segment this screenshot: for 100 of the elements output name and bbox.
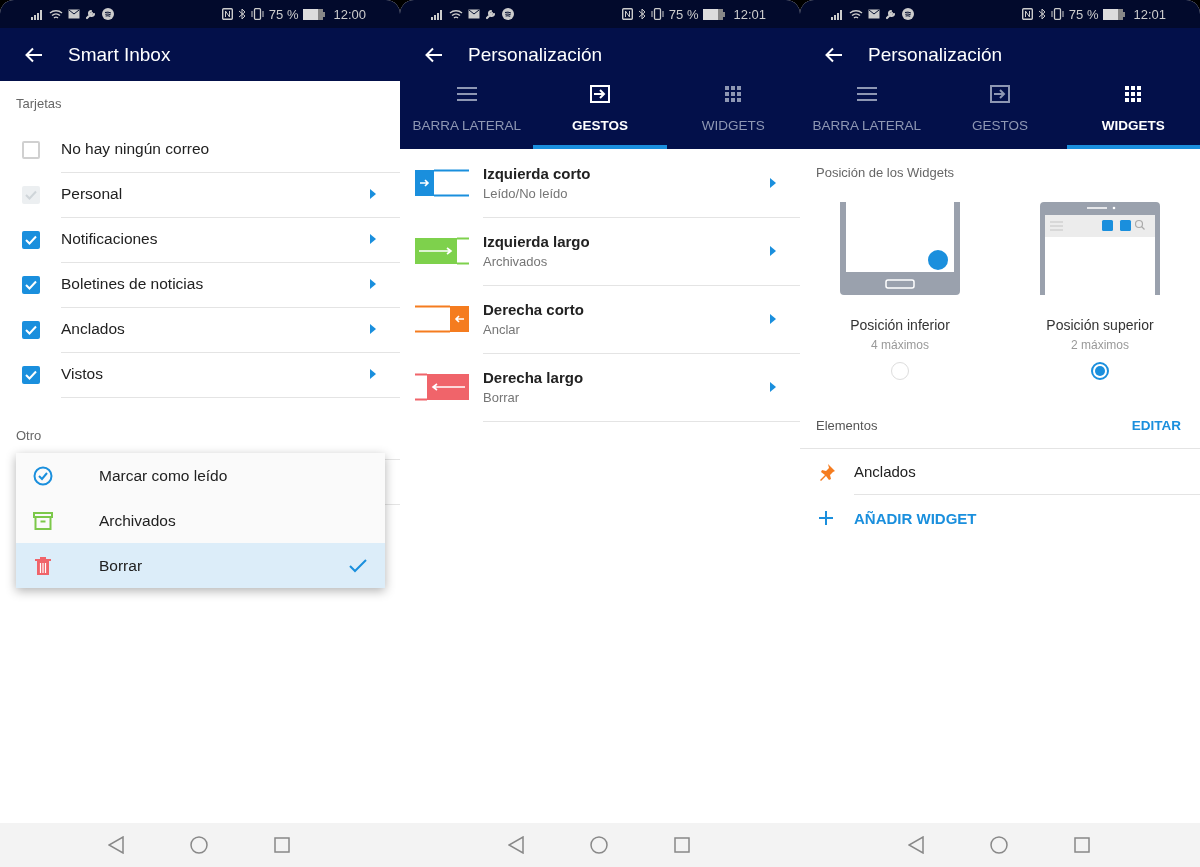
recents-nav-icon[interactable] bbox=[674, 837, 690, 853]
caret-right-icon[interactable] bbox=[370, 279, 376, 289]
screen-title: Personalización bbox=[868, 43, 1003, 66]
checkbox[interactable] bbox=[22, 140, 40, 159]
gesture-action: Leído/No leído bbox=[483, 185, 569, 201]
widget-label: Anclados bbox=[854, 448, 1200, 495]
signal-icon bbox=[431, 8, 444, 20]
checkmark-icon bbox=[25, 324, 37, 335]
section-header: Tarjetas bbox=[15, 95, 63, 113]
card-label: Notificaciones bbox=[61, 230, 159, 248]
battery-percent: 75 % bbox=[668, 6, 699, 22]
signal-icon bbox=[831, 8, 844, 20]
radio-button[interactable] bbox=[1091, 362, 1109, 380]
nfc-icon bbox=[621, 8, 633, 20]
caret-right-icon[interactable] bbox=[370, 234, 376, 244]
vibrate-icon bbox=[250, 8, 264, 20]
bluetooth-icon bbox=[1037, 8, 1046, 20]
gesture-action: Anclar bbox=[483, 321, 521, 337]
gesture-row[interactable]: Izquierda largo Archivados bbox=[400, 217, 800, 285]
vibrate-icon bbox=[1050, 8, 1064, 20]
back-nav-icon[interactable] bbox=[908, 836, 924, 854]
bluetooth-icon bbox=[237, 8, 246, 20]
caret-right-icon[interactable] bbox=[770, 245, 776, 256]
home-nav-icon[interactable] bbox=[590, 836, 608, 854]
gesture-title: Izquierda largo bbox=[483, 232, 591, 250]
caret-right-icon[interactable] bbox=[770, 313, 776, 324]
card-label: No hay ningún correo bbox=[61, 140, 211, 158]
clock-time: 12:01 bbox=[1133, 6, 1166, 22]
plus-icon bbox=[818, 510, 834, 526]
wrench-icon bbox=[885, 8, 897, 20]
checkbox[interactable] bbox=[22, 275, 40, 294]
option-label: Posición inferior bbox=[850, 317, 950, 333]
back-arrow-icon[interactable] bbox=[825, 46, 843, 63]
tab[interactable]: BARRA LATERAL bbox=[400, 81, 534, 149]
card-label: Vistos bbox=[61, 365, 104, 383]
section-header: Posición de los Widgets bbox=[815, 164, 955, 181]
menu-icon[interactable] bbox=[456, 87, 477, 101]
tab[interactable]: WIDGETS bbox=[666, 81, 800, 149]
menu-icon[interactable] bbox=[856, 87, 877, 101]
tab[interactable]: GESTOS bbox=[933, 81, 1067, 149]
gesture-title: Derecha largo bbox=[483, 368, 585, 386]
tab[interactable]: BARRA LATERAL bbox=[800, 81, 934, 149]
caret-right-icon[interactable] bbox=[370, 324, 376, 334]
gesture-title: Izquierda corto bbox=[483, 164, 592, 182]
signal-icon bbox=[31, 8, 44, 20]
section-header: Elementos bbox=[816, 417, 879, 433]
caret-right-icon[interactable] bbox=[370, 369, 376, 379]
card-label: Boletines de noticias bbox=[61, 275, 205, 293]
caret-right-icon[interactable] bbox=[770, 381, 776, 392]
gesture-row[interactable]: Izquierda corto Leído/No leído bbox=[400, 149, 800, 217]
back-arrow-icon[interactable] bbox=[25, 46, 43, 63]
gesture-action: Borrar bbox=[483, 389, 521, 405]
gesture-row[interactable]: Derecha corto Anclar bbox=[400, 285, 800, 353]
screen-title: Personalización bbox=[468, 43, 603, 66]
nfc-icon bbox=[1021, 8, 1033, 20]
recents-nav-icon[interactable] bbox=[274, 837, 290, 853]
round-app-icon bbox=[502, 8, 514, 20]
checkmark-icon bbox=[25, 369, 37, 380]
grid-icon[interactable] bbox=[725, 86, 742, 102]
round-app-icon bbox=[902, 8, 914, 20]
battery-percent: 75 % bbox=[268, 6, 299, 22]
menu-item[interactable]: Borrar bbox=[16, 543, 385, 588]
section-header: Otro bbox=[15, 427, 43, 445]
menu-item[interactable]: Marcar como leído bbox=[16, 453, 385, 498]
round-app-icon bbox=[102, 8, 114, 20]
battery-icon bbox=[703, 8, 726, 20]
menu-item[interactable]: Archivados bbox=[16, 498, 385, 543]
battery-icon bbox=[303, 8, 326, 20]
checkmark-icon bbox=[349, 558, 367, 573]
option-label: Posición superior bbox=[1046, 317, 1154, 333]
clock-time: 12:01 bbox=[733, 6, 766, 22]
checkbox[interactable] bbox=[22, 230, 40, 249]
wifi-icon bbox=[849, 8, 863, 20]
back-nav-icon[interactable] bbox=[108, 836, 124, 854]
battery-icon bbox=[1103, 8, 1126, 20]
checkbox[interactable] bbox=[22, 365, 40, 384]
grid-icon[interactable] bbox=[1125, 86, 1142, 102]
back-arrow-icon[interactable] bbox=[425, 46, 443, 63]
option-limit: 4 máximos bbox=[871, 338, 929, 352]
home-nav-icon[interactable] bbox=[990, 836, 1008, 854]
back-nav-icon[interactable] bbox=[508, 836, 524, 854]
home-nav-icon[interactable] bbox=[190, 836, 208, 854]
wifi-icon bbox=[49, 8, 63, 20]
card-label: Personal bbox=[61, 185, 124, 203]
tab[interactable]: WIDGETS bbox=[1066, 81, 1200, 149]
tab[interactable]: GESTOS bbox=[533, 81, 667, 149]
gesture-row[interactable]: Derecha largo Borrar bbox=[400, 353, 800, 421]
recents-nav-icon[interactable] bbox=[1074, 837, 1090, 853]
clock-time: 12:00 bbox=[333, 6, 366, 22]
vibrate-icon bbox=[650, 8, 664, 20]
gesture-action: Archivados bbox=[483, 253, 549, 269]
pin-icon bbox=[818, 462, 836, 481]
screen-title: Smart Inbox bbox=[68, 43, 171, 66]
checkbox[interactable] bbox=[22, 320, 40, 339]
gesture-title: Derecha corto bbox=[483, 300, 585, 318]
caret-right-icon[interactable] bbox=[770, 177, 776, 188]
mail-icon bbox=[468, 9, 480, 19]
mail-icon bbox=[868, 9, 880, 19]
wrench-icon bbox=[485, 8, 497, 20]
bluetooth-icon bbox=[637, 8, 646, 20]
